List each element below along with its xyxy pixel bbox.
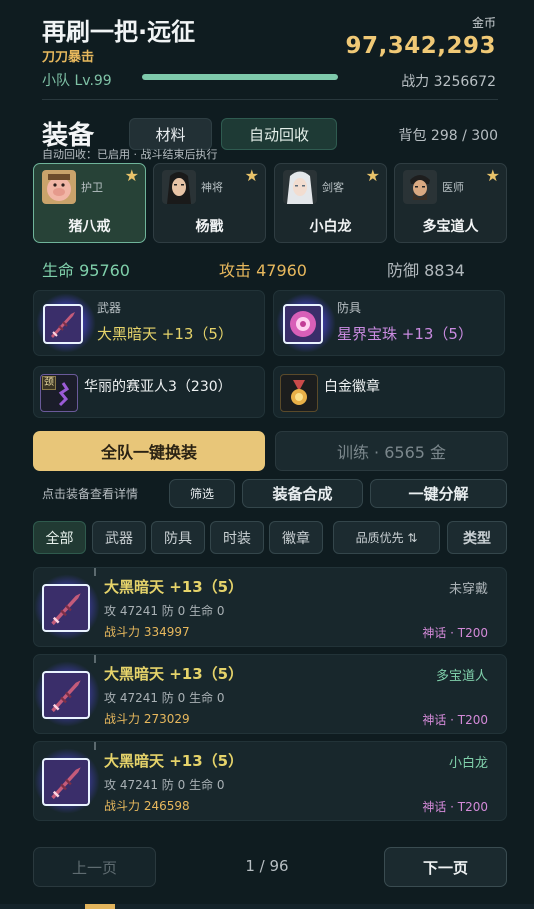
sword-icon [43, 304, 83, 344]
slot-item-name: 大黑暗天 +13（5） [97, 325, 233, 343]
sort-quality-button[interactable]: 品质优先 ⇅ [333, 521, 440, 554]
dismantle-button[interactable]: 一键分解 [370, 479, 507, 508]
item-power: 战斗力 334997 [104, 625, 190, 639]
hero-name: 小白龙 [309, 219, 352, 235]
hero-portrait [42, 170, 76, 204]
row-tick [94, 742, 96, 750]
orb-icon [283, 304, 323, 344]
filter-chip-badge[interactable]: 徽章 [269, 521, 323, 554]
item-tier: 神话 · T200 [422, 713, 488, 727]
next-page-button[interactable]: 下一页 [384, 847, 507, 887]
hero-card-zhubajie[interactable]: 护卫 ★ 猪八戒 [33, 163, 146, 243]
list-item[interactable]: 大黑暗天 +13（5） 攻 47241 防 0 生命 0 战斗力 273029 … [33, 654, 507, 734]
header-divider [42, 99, 498, 100]
sword-icon [42, 671, 90, 719]
page-subtitle: 刀刀暴击 [42, 50, 95, 65]
gold-label: 金币 [471, 16, 496, 30]
sword-icon [42, 758, 90, 806]
team-level-progress-bar [142, 74, 338, 80]
filter-chip-armor[interactable]: 防具 [151, 521, 205, 554]
hero-role: 剑客 [322, 181, 344, 194]
item-owner: 多宝道人 [435, 669, 488, 684]
hero-name: 多宝道人 [422, 219, 479, 235]
hero-role: 神将 [201, 181, 223, 194]
hero-card-duobao[interactable]: 医师 ★ 多宝道人 [394, 163, 507, 243]
hero-card-xiaobailong[interactable]: 剑客 ★ 小白龙 [274, 163, 387, 243]
item-stats: 攻 47241 防 0 生命 0 [104, 604, 225, 618]
hero-role: 护卫 [81, 181, 103, 194]
item-stats: 攻 47241 防 0 生命 0 [104, 778, 225, 792]
stat-hp: 生命 95760 [42, 261, 130, 280]
star-icon: ★ [244, 166, 259, 185]
slot-necklace[interactable]: 颈 华丽的赛亚人3（230） [33, 366, 265, 418]
bag-capacity: 背包 298 / 300 [398, 128, 498, 144]
medal-icon [280, 374, 318, 412]
slot-armor[interactable]: 防具 星界宝珠 +13（5） [273, 290, 505, 356]
hero-role: 医师 [442, 181, 464, 194]
auto-recycle-note: 自动回收：已启用 · 战斗结束后执行 [42, 148, 218, 161]
slot-item-name: 华丽的赛亚人3（230） [84, 379, 232, 395]
slot-kind: 防具 [337, 301, 362, 315]
star-icon: ★ [485, 166, 500, 185]
row-tick [94, 568, 96, 576]
item-name: 大黑暗天 +13（5） [104, 665, 244, 683]
hero-name: 猪八戒 [68, 219, 111, 235]
item-name: 大黑暗天 +13（5） [104, 578, 244, 596]
slot-weapon[interactable]: 武器 大黑暗天 +13（5） [33, 290, 265, 356]
bottom-nav-strip [0, 904, 534, 909]
list-item[interactable]: 大黑暗天 +13（5） 攻 47241 防 0 生命 0 战斗力 334997 … [33, 567, 507, 647]
bottom-nav-indicator [85, 904, 115, 909]
hero-name: 杨戬 [195, 219, 224, 235]
slot-kind: 武器 [97, 301, 122, 315]
hero-card-yangjian[interactable]: 神将 ★ 杨戬 [153, 163, 266, 243]
star-icon: ★ [365, 166, 380, 185]
sword-icon [42, 584, 90, 632]
hero-portrait [403, 170, 437, 204]
filter-button[interactable]: 筛选 [169, 479, 235, 508]
slot-item-name: 星界宝珠 +13（5） [337, 325, 473, 343]
item-power: 战斗力 273029 [104, 712, 190, 726]
item-stats: 攻 47241 防 0 生命 0 [104, 691, 225, 705]
filter-chip-fashion[interactable]: 时装 [210, 521, 264, 554]
filter-chip-weapon[interactable]: 武器 [92, 521, 146, 554]
item-owner: 小白龙 [448, 756, 488, 771]
star-icon: ★ [124, 166, 139, 185]
row-tick [94, 655, 96, 663]
stat-attack: 攻击 47960 [219, 261, 307, 280]
item-tier: 神话 · T200 [422, 626, 488, 640]
total-power: 战力 3256672 [401, 74, 496, 90]
page-title: 再刷一把·远征 [42, 18, 196, 46]
slot-badge[interactable]: 白金徽章 [273, 366, 505, 418]
hero-portrait [283, 170, 317, 204]
slot-item-name: 白金徽章 [324, 379, 380, 395]
gold-value: 97,342,293 [345, 33, 496, 59]
equip-all-button[interactable]: 全队一键换装 [33, 431, 265, 471]
item-owner: 未穿戴 [448, 582, 488, 597]
train-button[interactable]: 训练 · 6565 金 [275, 431, 508, 471]
item-power: 战斗力 246598 [104, 799, 190, 813]
item-name: 大黑暗天 +13（5） [104, 752, 244, 770]
stat-defense: 防御 8834 [387, 261, 465, 280]
synthesize-button[interactable]: 装备合成 [242, 479, 363, 508]
detail-hint: 点击装备查看详情 [42, 487, 139, 501]
list-item[interactable]: 大黑暗天 +13（5） 攻 47241 防 0 生命 0 战斗力 246598 … [33, 741, 507, 821]
hero-portrait [162, 170, 196, 204]
filter-chip-all[interactable]: 全部 [33, 521, 86, 554]
tab-auto-recycle[interactable]: 自动回收 [221, 118, 337, 150]
necklace-icon: 颈 [40, 374, 78, 412]
type-button[interactable]: 类型 [447, 521, 507, 554]
item-tier: 神话 · T200 [422, 800, 488, 814]
slot-badge: 颈 [42, 376, 56, 390]
team-level: 小队 Lv.99 [42, 73, 112, 89]
